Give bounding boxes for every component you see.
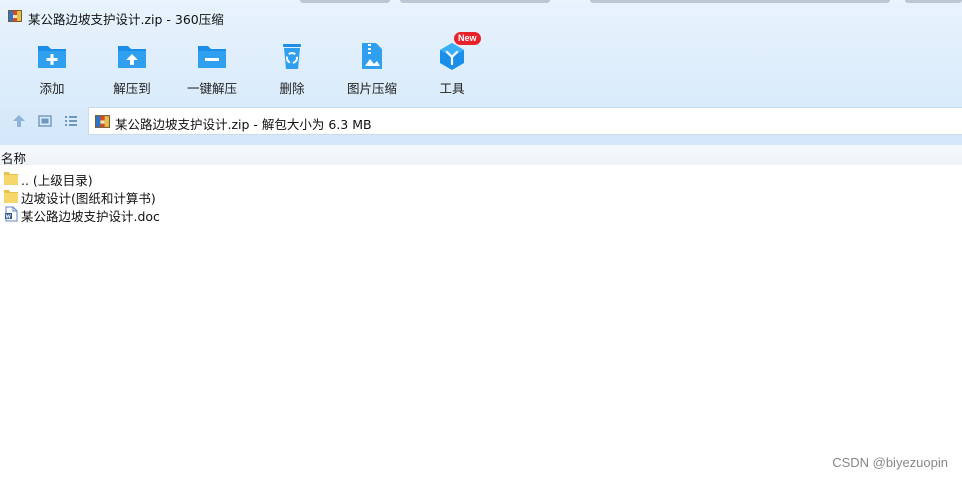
title-bar[interactable]: 某公路边坡支护设计.zip - 360压缩 (0, 0, 962, 32)
extract-to-button-label: 解压到 (113, 81, 151, 96)
folder-add-icon (38, 46, 66, 68)
navigation-bar: 某公路边坡支护设计.zip - 解包大小为 6.3 MB (0, 106, 962, 136)
delete-button[interactable]: 删除 (252, 36, 332, 98)
list-item[interactable]: .. (上级目录) (0, 169, 400, 188)
image-compress-button[interactable]: 图片压缩 (332, 36, 412, 98)
one-click-extract-button-label: 一键解压 (186, 81, 237, 96)
one-click-extract-button[interactable]: 一键解压 (172, 36, 252, 98)
list-item[interactable]: 边坡设计(图纸和计算书) (0, 187, 400, 206)
image-compress-button-label: 图片压缩 (346, 81, 397, 96)
list-item-name: 某公路边坡支护设计.doc (21, 209, 160, 224)
folder-extract-icon (118, 46, 146, 68)
tools-button-label: 工具 (439, 81, 465, 96)
top-chrome: 某公路边坡支护设计.zip - 360压缩 添加 解压到 一键解压 删除 图片压… (0, 0, 962, 145)
add-button-label: 添加 (39, 81, 65, 96)
add-button[interactable]: 添加 (12, 36, 92, 98)
recycle-bin-icon (283, 44, 301, 69)
address-text: 某公路边坡支护设计.zip - 解包大小为 6.3 MB (115, 117, 372, 132)
window-title: 某公路边坡支护设计.zip - 360压缩 (28, 12, 224, 27)
list-item[interactable]: 某公路边坡支护设计.doc (0, 205, 400, 224)
address-bar[interactable]: 某公路边坡支护设计.zip - 解包大小为 6.3 MB (88, 107, 962, 135)
folder-icon (4, 172, 18, 185)
new-badge: New (454, 32, 481, 45)
thumbnail-view-icon[interactable] (38, 114, 52, 128)
winrar-archive-icon (8, 10, 22, 22)
folder-oneclick-icon (198, 46, 226, 68)
word-document-icon (5, 206, 18, 222)
column-header: 名称 (0, 145, 962, 167)
folder-icon (4, 190, 18, 203)
watermark: CSDN @biyezuopin (832, 455, 948, 470)
file-list: 名称 .. (上级目录) 边坡设计(图纸和计算书) 某公路边坡支护设计.doc (0, 145, 962, 480)
up-arrow-icon[interactable] (12, 114, 26, 128)
toolbar: 添加 解压到 一键解压 删除 图片压缩 New 工具 (0, 32, 962, 98)
image-compress-icon (362, 43, 382, 69)
extract-to-button[interactable]: 解压到 (92, 36, 172, 98)
list-view-icon[interactable] (64, 114, 78, 128)
column-header-name[interactable]: 名称 (1, 148, 26, 167)
tools-button[interactable]: New 工具 (412, 32, 492, 98)
delete-button-label: 删除 (279, 81, 305, 96)
winrar-archive-icon (95, 115, 110, 128)
